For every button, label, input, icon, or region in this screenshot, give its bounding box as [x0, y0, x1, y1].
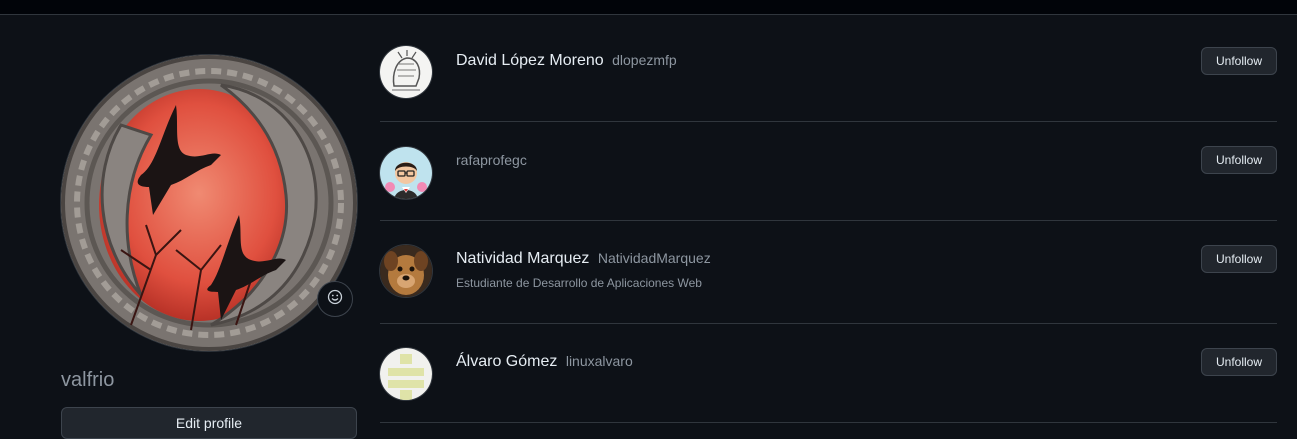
following-list: David López Moreno dlopezmfp Unfollow ra…	[380, 15, 1277, 423]
list-item: David López Moreno dlopezmfp Unfollow	[380, 15, 1277, 122]
unfollow-button[interactable]: Unfollow	[1201, 146, 1277, 174]
list-item: Natividad Marquez NatividadMarquez Estud…	[380, 221, 1277, 324]
user-avatar[interactable]	[380, 245, 432, 297]
unfollow-button[interactable]: Unfollow	[1201, 47, 1277, 75]
set-status-button[interactable]	[317, 281, 353, 317]
user-avatar[interactable]	[380, 147, 432, 199]
profile-username: valfrio	[61, 369, 115, 391]
user-display-name[interactable]: Natividad Marquez	[456, 250, 589, 267]
user-login[interactable]: rafaprofegc	[456, 152, 527, 168]
profile-avatar[interactable]	[61, 55, 357, 351]
user-login[interactable]: dlopezmfp	[612, 52, 677, 68]
user-display-name[interactable]: Álvaro Gómez	[456, 353, 557, 370]
list-item: Álvaro Gómez linuxalvaro Unfollow	[380, 324, 1277, 423]
user-avatar[interactable]	[380, 348, 432, 400]
user-bio: Estudiante de Desarrollo de Aplicaciones…	[456, 276, 702, 290]
list-item: rafaprofegc Unfollow	[380, 122, 1277, 221]
edit-profile-button[interactable]: Edit profile	[61, 407, 357, 439]
user-login[interactable]: linuxalvaro	[566, 353, 633, 369]
smiley-icon	[327, 289, 343, 310]
unfollow-button[interactable]: Unfollow	[1201, 245, 1277, 273]
user-avatar[interactable]	[380, 46, 432, 98]
profile-sidebar: valfrio Edit profile	[61, 15, 357, 439]
user-login[interactable]: NatividadMarquez	[598, 250, 711, 266]
user-display-name[interactable]: David López Moreno	[456, 52, 604, 69]
top-header-bar	[0, 0, 1297, 15]
unfollow-button[interactable]: Unfollow	[1201, 348, 1277, 376]
